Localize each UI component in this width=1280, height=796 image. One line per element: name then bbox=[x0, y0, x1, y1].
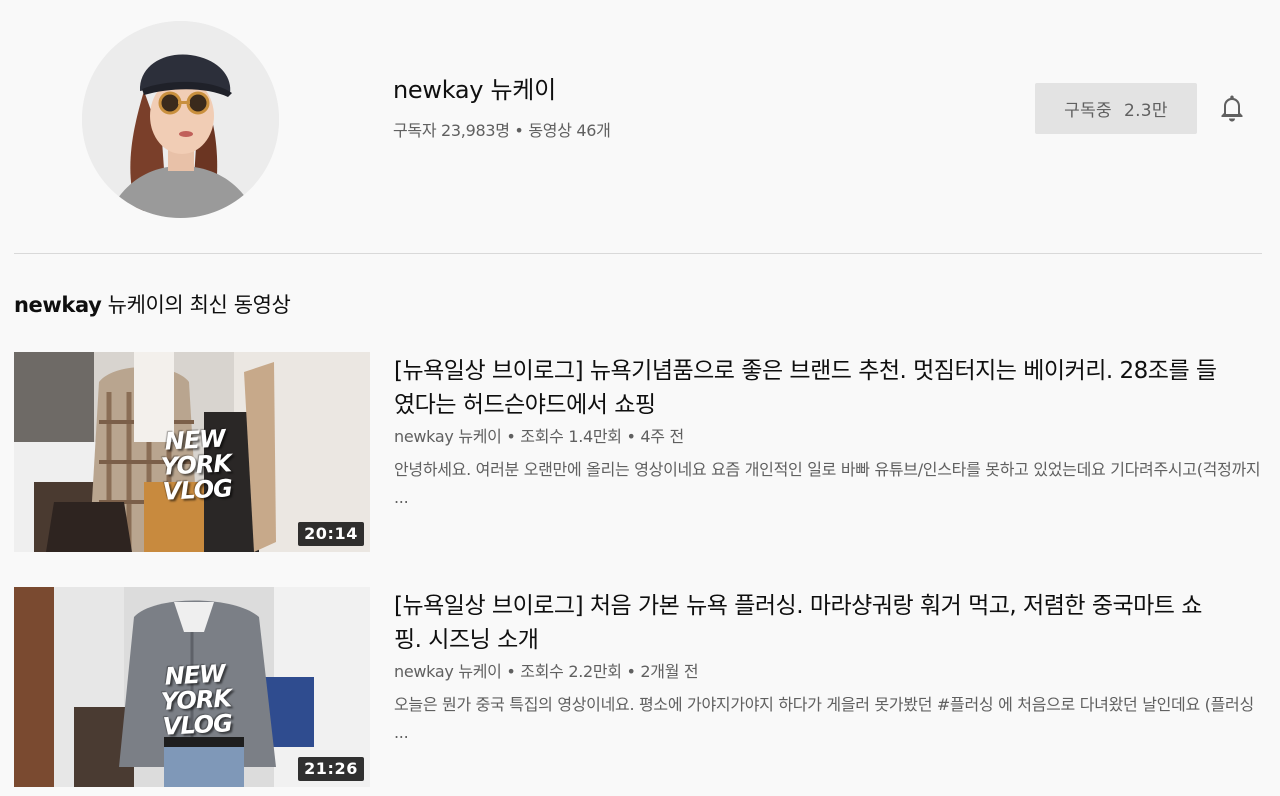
video-thumbnail[interactable]: NEW YORK VLOG 21:26 bbox=[14, 587, 370, 787]
header-divider bbox=[14, 253, 1262, 254]
video-title[interactable]: [뉴욕일상 브이로그] 뉴욕기념품으로 좋은 브랜드 추천. 멋짐터지는 베이커… bbox=[394, 354, 1224, 422]
section-title-channel: newkay bbox=[14, 293, 102, 317]
channel-title[interactable]: newkay 뉴케이 bbox=[393, 70, 556, 105]
video-description: 안녕하세요. 여러분 오랜만에 올리는 영상이네요 요즘 개인적인 일로 바빠 … bbox=[394, 460, 1261, 507]
subscribe-button[interactable]: 구독중 2.3만 bbox=[1035, 83, 1197, 134]
thumbnail-text: NEW YORK VLOG bbox=[134, 659, 258, 741]
video-title[interactable]: [뉴욕일상 브이로그] 처음 가본 뉴욕 플러싱. 마라샹궈랑 훠거 먹고, 저… bbox=[394, 589, 1224, 657]
section-title: newkay 뉴케이의 최신 동영상 bbox=[14, 289, 291, 319]
video-duration: 21:26 bbox=[298, 757, 364, 781]
notification-bell-button[interactable] bbox=[1214, 90, 1250, 126]
video-meta: newkay 뉴케이 • 조회수 1.4만회 • 4주 전 bbox=[394, 427, 684, 446]
video-thumbnail[interactable]: NEW YORK VLOG 20:14 bbox=[14, 352, 370, 552]
video-item[interactable]: NEW YORK VLOG 20:14 [뉴욕일상 브이로그] 뉴욕기념품으로 … bbox=[14, 352, 1264, 552]
section-title-text: 뉴케이의 최신 동영상 bbox=[101, 293, 291, 317]
subscribe-label: 구독중 bbox=[1064, 101, 1112, 121]
channel-header: newkay 뉴케이 구독자 23,983명 • 동영상 46개 구독중 2.3… bbox=[0, 0, 1280, 254]
channel-avatar[interactable] bbox=[82, 21, 279, 218]
thumbnail-text-line-1: NEW YORK bbox=[160, 424, 232, 481]
video-item[interactable]: NEW YORK VLOG 21:26 [뉴욕일상 브이로그] 처음 가본 뉴욕… bbox=[14, 587, 1264, 787]
bell-icon bbox=[1221, 95, 1243, 122]
video-duration: 20:14 bbox=[298, 522, 364, 546]
video-description: 오늘은 뭔가 중국 특집의 영상이네요. 평소에 가야지가야지 하다가 게을러 … bbox=[394, 695, 1254, 742]
video-meta: newkay 뉴케이 • 조회수 2.2만회 • 2개월 전 bbox=[394, 662, 699, 681]
channel-meta: 구독자 23,983명 • 동영상 46개 bbox=[393, 121, 611, 140]
thumbnail-text: NEW YORK VLOG bbox=[134, 424, 258, 506]
subscriber-count: 2.3만 bbox=[1123, 101, 1168, 121]
avatar-image bbox=[82, 21, 279, 218]
thumbnail-text-line-1: NEW YORK bbox=[160, 659, 232, 716]
